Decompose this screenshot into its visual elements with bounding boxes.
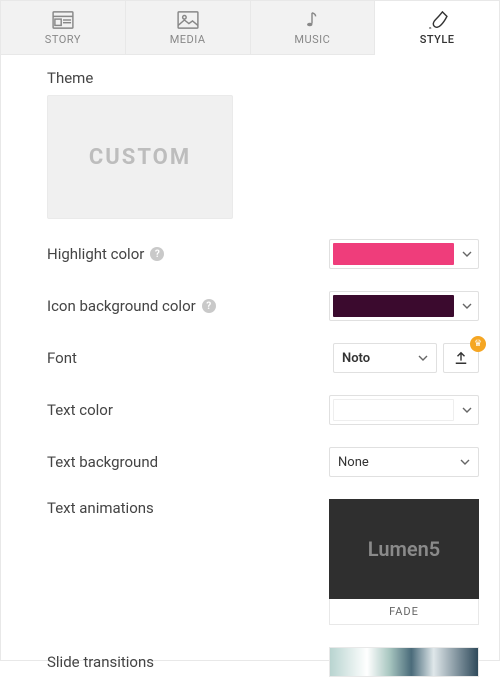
story-icon xyxy=(52,11,74,29)
text-animation-preview: Lumen5 xyxy=(329,499,479,599)
upload-icon xyxy=(454,351,468,365)
tab-label: MEDIA xyxy=(170,33,206,46)
theme-swatch-custom[interactable]: CUSTOM xyxy=(47,95,233,219)
tab-label: MUSIC xyxy=(294,33,330,46)
icon-background-color-picker[interactable] xyxy=(329,291,479,321)
slide-transition-preview[interactable] xyxy=(329,647,479,677)
help-icon[interactable]: ? xyxy=(202,299,216,313)
tab-style[interactable]: STYLE xyxy=(375,1,499,55)
tabs: STORY MEDIA MUSIC STYLE xyxy=(1,1,499,55)
tab-media[interactable]: MEDIA xyxy=(126,1,251,54)
slide-transitions-label: Slide transitions xyxy=(47,653,154,671)
tab-story[interactable]: STORY xyxy=(1,1,126,54)
icon-background-color-chip xyxy=(333,295,454,317)
highlight-color-picker[interactable] xyxy=(329,239,479,269)
font-label: Font xyxy=(47,349,77,367)
text-color-picker[interactable] xyxy=(329,395,479,425)
tab-music[interactable]: MUSIC xyxy=(251,1,376,54)
chevron-down-icon xyxy=(462,407,472,413)
text-background-value: None xyxy=(338,455,369,470)
theme-swatch-label: CUSTOM xyxy=(89,145,191,170)
chevron-down-icon xyxy=(418,355,428,361)
media-icon xyxy=(177,11,199,29)
text-color-label: Text color xyxy=(47,401,113,419)
highlight-color-chip xyxy=(333,243,454,265)
font-select-value: Noto xyxy=(342,351,370,366)
chevron-down-icon xyxy=(462,251,472,257)
text-animation-caption: FADE xyxy=(329,599,479,625)
text-background-select[interactable]: None xyxy=(329,447,479,477)
icon-background-color-label: Icon background color ? xyxy=(47,297,216,315)
pro-badge-icon: ♛ xyxy=(470,336,486,352)
text-animations-label: Text animations xyxy=(47,499,154,517)
chevron-down-icon xyxy=(462,303,472,309)
text-animation-card[interactable]: Lumen5 FADE xyxy=(329,499,479,625)
font-select[interactable]: Noto xyxy=(333,343,437,373)
tab-label: STYLE xyxy=(420,33,455,46)
tab-label: STORY xyxy=(45,33,81,46)
highlight-color-label: Highlight color ? xyxy=(47,245,164,263)
help-icon[interactable]: ? xyxy=(150,247,164,261)
text-color-chip xyxy=(333,399,454,421)
music-icon xyxy=(301,11,323,29)
text-background-label: Text background xyxy=(47,453,158,471)
style-panel: Theme CUSTOM Highlight color ? Icon back… xyxy=(1,55,499,677)
theme-section-title: Theme xyxy=(47,69,479,87)
style-icon xyxy=(426,11,448,29)
upload-font-button[interactable]: ♛ xyxy=(443,343,479,373)
chevron-down-icon xyxy=(460,459,470,465)
